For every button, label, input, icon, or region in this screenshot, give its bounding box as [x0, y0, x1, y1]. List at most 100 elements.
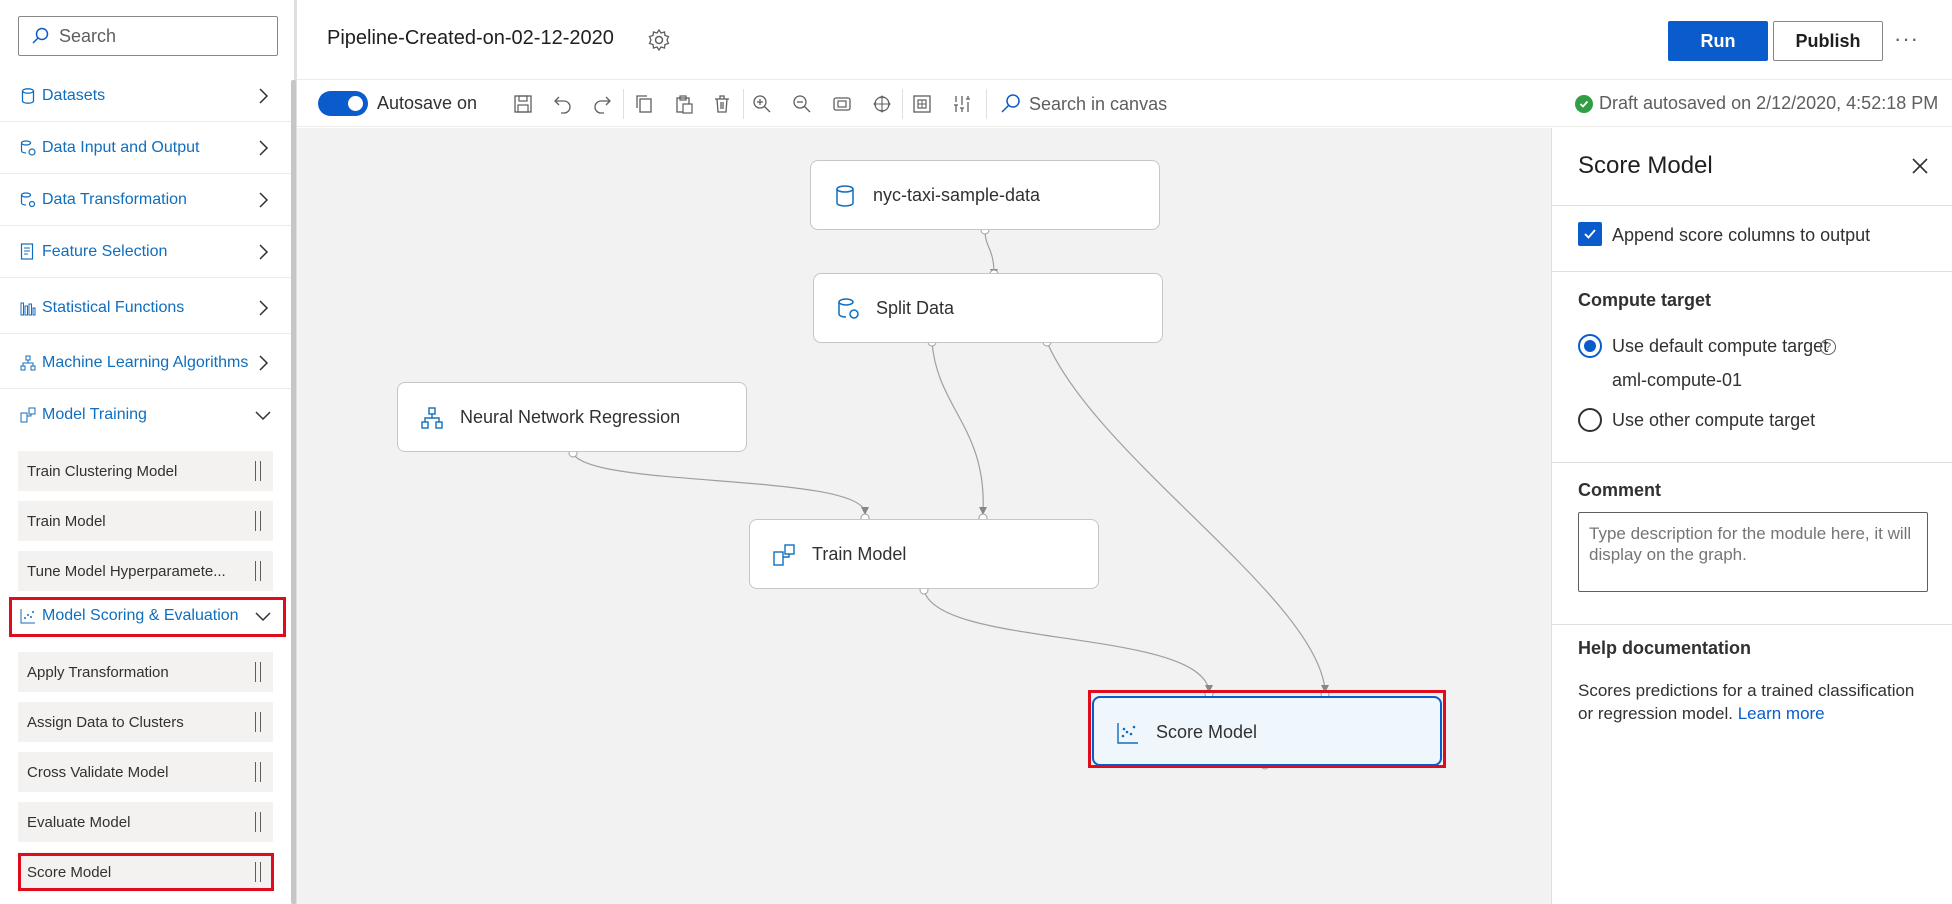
canvas-search-input[interactable]: Search in canvas: [1029, 94, 1167, 115]
module-item[interactable]: Train Clustering Model: [18, 451, 273, 491]
drag-handle-icon[interactable]: [255, 762, 261, 782]
data-transform-icon: [18, 190, 38, 210]
checkmark-circle-icon: [1575, 94, 1593, 113]
help-heading: Help documentation: [1578, 638, 1752, 658]
category-data-transformation[interactable]: Data Transformation: [0, 174, 291, 226]
node-label: Train Model: [812, 544, 907, 564]
other-compute-radio[interactable]: [1578, 408, 1602, 432]
node-label: Split Data: [876, 298, 955, 318]
search-icon[interactable]: [999, 92, 1023, 116]
drag-handle-icon[interactable]: [255, 561, 261, 581]
comment-textarea[interactable]: [1578, 512, 1928, 592]
module-item[interactable]: Train Model: [18, 501, 273, 541]
pan-icon[interactable]: [870, 92, 894, 116]
pipeline-node-dataset[interactable]: nyc-taxi-sample-data: [810, 160, 1160, 230]
panel-divider: [1552, 624, 1952, 625]
autosave-status-text: Draft autosaved on 2/12/2020, 4:52:18 PM: [1599, 93, 1939, 113]
panel-title: Score Model: [1578, 152, 1713, 179]
pipeline-node-train-model[interactable]: Train Model: [749, 519, 1099, 589]
run-button[interactable]: Run: [1668, 21, 1768, 61]
pipeline-node-neural-network[interactable]: Neural Network Regression: [397, 382, 747, 452]
module-search-box[interactable]: Search: [18, 16, 278, 56]
drag-handle-icon[interactable]: [255, 812, 261, 832]
sidebar-scrollbar[interactable]: [291, 80, 296, 904]
category-datasets[interactable]: Datasets: [0, 70, 291, 122]
autosave-toggle[interactable]: [318, 91, 368, 116]
append-score-label: Append score columns to output: [1612, 225, 1871, 245]
drag-handle-icon[interactable]: [255, 461, 261, 481]
canvas-toolbar: Autosave on Search in canvas Draft autos…: [297, 81, 1952, 127]
delete-icon[interactable]: [710, 92, 734, 116]
zoom-out-icon[interactable]: [790, 92, 814, 116]
zoom-in-icon[interactable]: [750, 92, 774, 116]
paste-icon[interactable]: [672, 92, 696, 116]
default-compute-radio[interactable]: [1578, 334, 1602, 358]
category-model-training[interactable]: Model Training: [0, 389, 291, 441]
chevron-right-icon: [259, 355, 269, 371]
module-item[interactable]: Cross Validate Model: [18, 752, 273, 792]
bar-chart-icon: [18, 298, 38, 318]
drag-handle-icon[interactable]: [255, 712, 261, 732]
pipeline-title[interactable]: Pipeline-Created-on-02-12-2020: [327, 27, 614, 50]
checkmark-icon: [1584, 229, 1596, 239]
more-options-icon[interactable]: ···: [1894, 26, 1919, 52]
module-search-placeholder: Search: [59, 25, 117, 46]
module-item[interactable]: Tune Model Hyperparamete...: [18, 551, 273, 591]
connection-lines: [568, 225, 1330, 770]
highlight-box: [1088, 690, 1446, 768]
append-score-checkbox[interactable]: [1578, 222, 1602, 246]
category-ml-algorithms[interactable]: Machine Learning Algorithms: [0, 337, 291, 389]
auto-layout-icon[interactable]: [950, 92, 974, 116]
pipeline-canvas[interactable]: nyc-taxi-sample-data Split Data Neural N…: [297, 128, 1551, 904]
category-statistical-functions[interactable]: Statistical Functions: [0, 282, 291, 334]
info-icon[interactable]: ?: [1820, 339, 1836, 355]
highlight-box: [18, 853, 274, 891]
module-item[interactable]: Apply Transformation: [18, 652, 273, 692]
module-label: Train Clustering Model: [27, 462, 178, 480]
comment-heading: Comment: [1578, 480, 1662, 500]
node-label: Neural Network Regression: [460, 407, 681, 427]
panel-divider: [1552, 462, 1952, 463]
category-feature-selection[interactable]: Feature Selection: [0, 226, 291, 278]
compute-name: aml-compute-01: [1612, 370, 1743, 390]
module-sidebar: Search Datasets Data Input and Output Da…: [0, 0, 297, 904]
ml-algorithm-icon: [421, 407, 443, 429]
chevron-right-icon: [259, 88, 269, 104]
learn-more-link[interactable]: Learn more: [1738, 704, 1825, 723]
chevron-right-icon: [259, 244, 269, 260]
pipeline-node-split-data[interactable]: Split Data: [813, 273, 1163, 343]
save-icon[interactable]: [511, 92, 535, 116]
chevron-right-icon: [259, 140, 269, 156]
module-item[interactable]: Evaluate Model: [18, 802, 273, 842]
panel-divider: [1552, 205, 1952, 206]
toolbar-separator: [986, 89, 987, 119]
cylinder-icon: [18, 86, 38, 106]
help-description: Scores predictions for a trained classif…: [1578, 679, 1928, 725]
data-transform-icon: [838, 298, 859, 319]
chevron-right-icon: [259, 192, 269, 208]
search-icon: [32, 27, 49, 44]
feature-select-icon: [18, 242, 38, 262]
undo-icon[interactable]: [551, 92, 575, 116]
chevron-down-icon: [255, 411, 271, 421]
module-label: Cross Validate Model: [27, 763, 169, 781]
layout-grid-icon[interactable]: [910, 92, 934, 116]
copy-icon[interactable]: [632, 92, 656, 116]
autosave-label: Autosave on: [377, 93, 478, 113]
model-training-icon: [773, 544, 795, 566]
module-label: Apply Transformation: [27, 663, 169, 681]
module-label: Assign Data to Clusters: [27, 713, 184, 731]
close-icon[interactable]: [1910, 156, 1930, 176]
gear-icon[interactable]: [647, 28, 671, 52]
fit-to-screen-icon[interactable]: [830, 92, 854, 116]
drag-handle-icon[interactable]: [255, 662, 261, 682]
publish-button[interactable]: Publish: [1773, 21, 1883, 61]
toolbar-separator: [623, 89, 624, 119]
module-item[interactable]: Assign Data to Clusters: [18, 702, 273, 742]
pipeline-header: Pipeline-Created-on-02-12-2020 Run Publi…: [297, 0, 1952, 80]
compute-target-heading: Compute target: [1578, 290, 1712, 310]
drag-handle-icon[interactable]: [255, 511, 261, 531]
redo-icon[interactable]: [590, 92, 614, 116]
category-data-input-output[interactable]: Data Input and Output: [0, 122, 291, 174]
ml-algorithm-icon: [18, 353, 38, 373]
